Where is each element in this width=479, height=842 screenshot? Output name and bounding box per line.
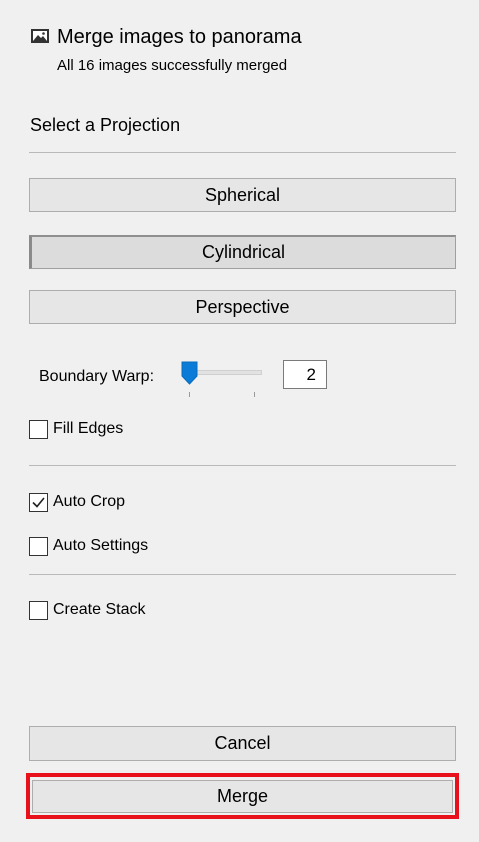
fill-edges-option[interactable]: Fill Edges — [29, 419, 123, 439]
auto-settings-option[interactable]: Auto Settings — [29, 536, 148, 556]
perspective-button[interactable]: Perspective — [29, 290, 456, 324]
boundary-warp-input[interactable] — [283, 360, 327, 389]
merge-button[interactable]: Merge — [32, 780, 453, 813]
merge-label: Merge — [216, 786, 269, 806]
slider-tick — [254, 392, 255, 397]
fill-edges-label: Fill Edges — [53, 420, 124, 437]
checkmark-icon — [32, 496, 45, 508]
slider-tick — [189, 392, 190, 397]
create-stack-label: Create Stack — [53, 601, 146, 618]
create-stack-checkbox[interactable] — [29, 600, 48, 620]
projection-label: Select a Projection — [30, 115, 181, 135]
divider — [29, 152, 456, 153]
divider — [29, 465, 456, 466]
auto-settings-checkbox[interactable] — [29, 536, 48, 556]
cylindrical-label: Cylindrical — [201, 242, 286, 262]
dialog-title: Merge images to panorama — [57, 26, 302, 48]
picture-icon — [31, 29, 49, 43]
divider — [29, 574, 456, 575]
cylindrical-button[interactable]: Cylindrical — [29, 235, 456, 269]
spherical-label: Spherical — [204, 184, 281, 205]
auto-crop-label: Auto Crop — [53, 493, 126, 510]
merge-status: All 16 images successfully merged — [57, 57, 288, 74]
auto-crop-option[interactable]: Auto Crop — [29, 492, 125, 512]
fill-edges-checkbox[interactable] — [29, 419, 48, 439]
perspective-label: Perspective — [195, 296, 290, 317]
boundary-warp-slider-thumb[interactable] — [181, 361, 198, 385]
cancel-label: Cancel — [214, 733, 271, 753]
auto-settings-label: Auto Settings — [53, 537, 149, 554]
create-stack-option[interactable]: Create Stack — [29, 600, 145, 620]
auto-crop-checkbox[interactable] — [29, 492, 48, 512]
cancel-button[interactable]: Cancel — [29, 726, 456, 761]
boundary-warp-label: Boundary Warp: — [39, 368, 155, 385]
spherical-button[interactable]: Spherical — [29, 178, 456, 212]
